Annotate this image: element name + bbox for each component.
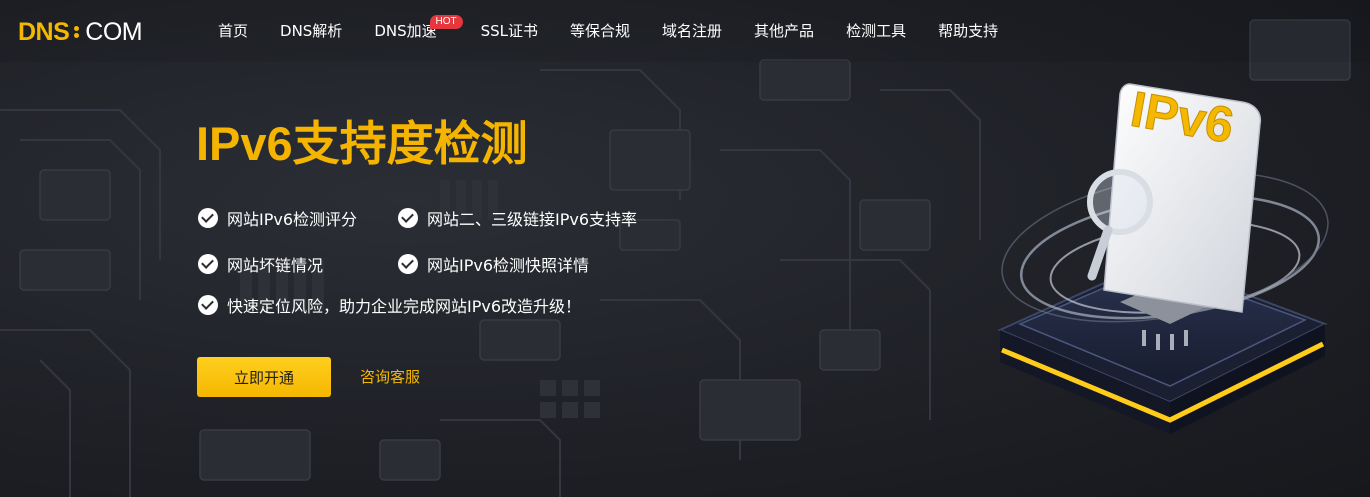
check-circle-icon <box>398 208 418 228</box>
feature-text: 网站坏链情况 <box>227 256 324 275</box>
main-nav: 首页 DNS解析 DNS加速 HOT SSL证书 等保合规 域名注册 其他产品 … <box>202 0 1014 62</box>
nav-item-label: 检测工具 <box>846 22 907 40</box>
nav-item-label: DNS加速 <box>374 22 437 40</box>
feature-text: 网站二、三级链接IPv6支持率 <box>427 210 638 229</box>
feature-item: 网站IPv6检测快照详情 <box>398 252 589 276</box>
logo-colon-icon <box>70 25 84 39</box>
feature-text: 网站IPv6检测评分 <box>227 210 358 229</box>
nav-item-label: 域名注册 <box>662 22 723 40</box>
nav-item-dns-acceleration[interactable]: DNS加速 HOT <box>358 0 463 62</box>
logo-dns-text: DNS <box>18 18 70 46</box>
nav-item-label: 其他产品 <box>754 22 815 40</box>
nav-item-home[interactable]: 首页 <box>202 0 264 62</box>
nav-item-label: SSL证书 <box>480 22 539 40</box>
nav-item-compliance[interactable]: 等保合规 <box>554 0 646 62</box>
feature-item: 快速定位风险，助力企业完成网站IPv6改造升级！ <box>198 293 581 317</box>
page-title: IPv6支持度检测 <box>196 117 528 170</box>
nav-item-label: 首页 <box>218 22 249 40</box>
feature-text: 网站IPv6检测快照详情 <box>427 256 590 275</box>
check-circle-icon <box>398 254 418 274</box>
check-circle-icon <box>198 208 218 228</box>
nav-item-ssl-certificate[interactable]: SSL证书 <box>465 0 554 62</box>
activate-now-button[interactable]: 立即开通 <box>197 357 331 397</box>
nav-item-other-products[interactable]: 其他产品 <box>738 0 830 62</box>
feature-item: 网站二、三级链接IPv6支持率 <box>398 206 637 230</box>
dnscom-logo[interactable]: DNS COM <box>18 17 143 47</box>
ipv6-chip-icon: IPv6 <box>997 80 1329 434</box>
check-circle-icon <box>198 254 218 274</box>
nav-item-detection-tools[interactable]: 检测工具 <box>830 0 922 62</box>
feature-text: 快速定位风险，助力企业完成网站IPv6改造升级！ <box>227 297 582 316</box>
nav-item-label: 等保合规 <box>570 22 631 40</box>
nav-item-help-support[interactable]: 帮助支持 <box>922 0 1014 62</box>
feature-item: 网站坏链情况 <box>198 252 323 276</box>
nav-item-domain-registration[interactable]: 域名注册 <box>646 0 738 62</box>
top-header: DNS COM 首页 DNS解析 DNS加速 HOT SSL证书 等保合规 域名… <box>0 0 1370 62</box>
feature-item: 网站IPv6检测评分 <box>198 206 357 230</box>
nav-item-dns-resolution[interactable]: DNS解析 <box>264 0 358 62</box>
nav-item-label: 帮助支持 <box>938 22 999 40</box>
logo-com-text: COM <box>85 18 143 46</box>
hot-badge: HOT <box>429 15 463 29</box>
consult-service-link[interactable]: 咨询客服 <box>360 357 420 397</box>
check-circle-icon <box>198 295 218 315</box>
ipv6-illustration: IPv6 <box>980 62 1360 442</box>
nav-item-label: DNS解析 <box>280 22 343 40</box>
